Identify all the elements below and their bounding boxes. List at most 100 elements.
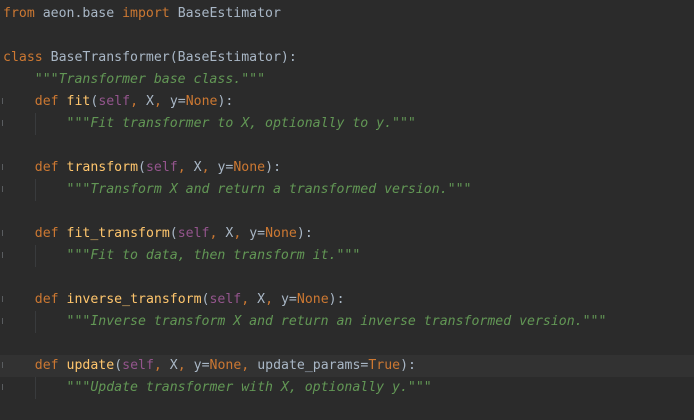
code-token-plain: BaseEstimator [169,6,281,21]
code-token-plain: y= [169,94,186,109]
code-line[interactable] [0,201,694,223]
code-token-keyword: , [153,358,170,373]
fold-marker-icon[interactable] [0,91,3,113]
code-line[interactable]: def fit(self, X, y=None): [0,91,694,113]
code-token-keyword: None [265,226,297,241]
code-line[interactable]: class BaseTransformer(BaseEstimator): [0,47,694,69]
code-line[interactable]: def update(self, X, y=None, update_param… [0,355,694,377]
code-line[interactable]: """Fit transformer to X, optionally to y… [0,113,694,135]
code-token-plain: X [145,94,154,109]
code-token-keyword: def [34,292,59,307]
fold-marker-icon[interactable] [0,113,3,135]
code-token-keyword: def [34,358,59,373]
indent-guide [35,113,36,135]
code-line[interactable]: """Fit to data, then transform it.""" [0,245,694,267]
code-token-plain: ): [328,292,345,307]
code-token-self: self [98,94,131,109]
code-token-doc: """Update transformer with X, optionally… [66,380,432,395]
code-token-func: transform [66,160,139,175]
code-line[interactable]: """Transformer base class.""" [0,69,694,91]
code-token-keyword: None [296,292,329,307]
code-line[interactable] [0,267,694,289]
code-token-keyword: from [3,6,35,21]
code-token-keyword: , [130,94,146,109]
code-token-func: fit_transform [66,226,170,241]
code-token-keyword: , [233,226,250,241]
code-line[interactable] [0,135,694,157]
code-editor[interactable]: from aeon.base import BaseEstimator class… [0,0,694,420]
code-token-self: self [122,358,154,373]
code-token-plain: X [257,292,266,307]
fold-marker-icon[interactable] [0,157,3,179]
code-token-keyword: def [34,226,59,241]
code-line[interactable]: """Inverse transform X and return an inv… [0,311,694,333]
fold-marker-icon[interactable] [0,311,3,333]
code-line[interactable]: """Update transformer with X, optionally… [0,377,694,399]
code-token-plain: update_params= [257,358,369,373]
code-token-keyword: None [209,358,242,373]
fold-marker-icon[interactable] [0,377,3,399]
code-token-plain: BaseTransformer(BaseEstimator): [42,50,297,65]
code-token-plain: ( [114,358,123,373]
code-token-plain: y= [280,292,297,307]
code-token-self: self [145,160,178,175]
code-token-keyword: , [241,358,258,373]
code-token-plain: ): [265,160,282,175]
code-token-plain: ): [296,226,313,241]
code-token-keyword: , [201,160,218,175]
fold-marker-icon[interactable] [0,289,3,311]
code-token-keyword: True [368,358,401,373]
code-token-func: fit [66,94,91,109]
fold-marker-icon[interactable] [0,245,3,267]
code-token-keyword: , [177,160,194,175]
code-token-doc: """Transformer base class.""" [34,72,266,87]
code-token-keyword: def [34,94,59,109]
fold-marker-icon[interactable] [0,179,3,201]
indent-guide [35,311,36,333]
code-token-keyword: , [153,94,170,109]
code-token-plain: ): [217,94,234,109]
code-token-keyword: , [265,292,281,307]
code-token-plain: X [169,358,178,373]
code-token-plain: y= [193,358,210,373]
code-token-plain: X [193,160,202,175]
code-token-plain: y= [217,160,234,175]
code-token-keyword: class [3,50,43,65]
fold-marker-icon[interactable] [0,223,3,245]
code-token-doc: """Transform X and return a transformed … [66,182,472,197]
code-token-keyword: , [241,292,258,307]
code-token-self: self [177,226,210,241]
code-token-keyword: None [185,94,218,109]
code-token-plain: ( [169,226,178,241]
code-token-func: inverse_transform [66,292,202,307]
code-token-plain: y= [249,226,266,241]
code-line[interactable]: def transform(self, X, y=None): [0,157,694,179]
code-token-doc: """Fit transformer to X, optionally to y… [66,116,416,131]
code-line[interactable]: """Transform X and return a transformed … [0,179,694,201]
indent-guide [35,179,36,201]
code-line[interactable]: from aeon.base import BaseEstimator [0,3,694,25]
indent-guide [35,377,36,399]
code-line[interactable] [0,333,694,355]
code-line[interactable]: def inverse_transform(self, X, y=None): [0,289,694,311]
code-token-plain: aeon.base [34,6,123,21]
code-line[interactable] [0,25,694,47]
code-token-func: update [66,358,115,373]
code-token-keyword: , [209,226,226,241]
code-token-doc: """Inverse transform X and return an inv… [66,314,607,329]
fold-marker-icon[interactable] [0,355,3,377]
code-token-self: self [209,292,242,307]
code-token-keyword: def [34,160,59,175]
code-token-plain: ): [400,358,416,373]
code-token-keyword: import [122,6,170,21]
code-line[interactable]: def fit_transform(self, X, y=None): [0,223,694,245]
